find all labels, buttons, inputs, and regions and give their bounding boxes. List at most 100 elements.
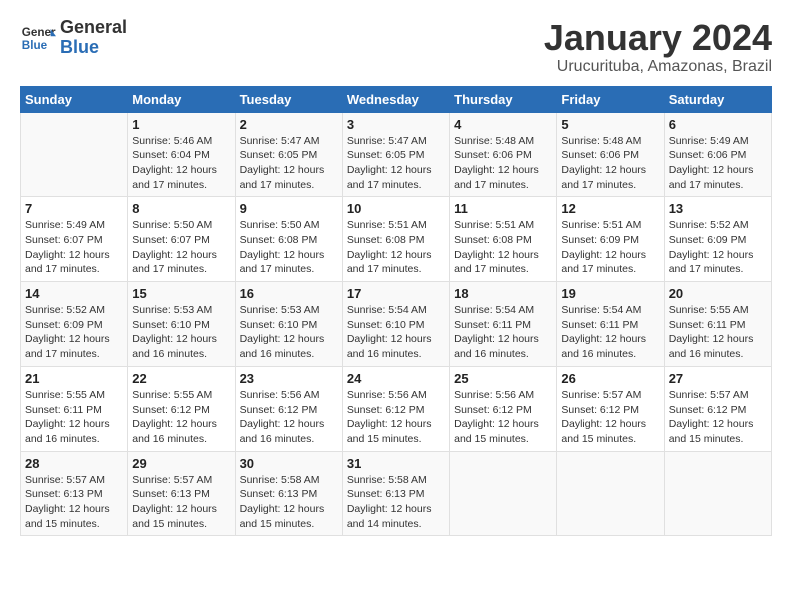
header-row: Sunday Monday Tuesday Wednesday Thursday… [21,86,772,112]
day-info: Sunrise: 5:49 AM Sunset: 6:06 PM Dayligh… [669,134,767,193]
day-number: 23 [240,371,338,386]
day-info: Sunrise: 5:49 AM Sunset: 6:07 PM Dayligh… [25,218,123,277]
page: General Blue General Blue January 2024 U… [0,0,792,612]
cell-w2-d2: 8Sunrise: 5:50 AM Sunset: 6:07 PM Daylig… [128,197,235,282]
day-info: Sunrise: 5:56 AM Sunset: 6:12 PM Dayligh… [347,388,445,447]
week-row-5: 28 Sunrise: 5:57 AM Sunset: 6:13 PM Dayli… [21,451,772,536]
day-number: 28 [25,456,123,471]
cell-w3-d6: 19 Sunrise: 5:54 AM Sunset: 6:11 PM Dayli… [557,282,664,367]
day-number: 21 [25,371,123,386]
day-number: 1 [132,117,230,132]
day-info: Sunrise: 5:47 AM Sunset: 6:05 PM Dayligh… [347,134,445,193]
day-number: 19 [561,286,659,301]
cell-w1-d4: 3 Sunrise: 5:47 AM Sunset: 6:05 PM Daylig… [342,112,449,197]
day-number: 12 [561,201,659,216]
cell-w3-d1: 14Sunrise: 5:52 AM Sunset: 6:09 PM Dayli… [21,282,128,367]
day-info: Sunrise: 5:56 AM Sunset: 6:12 PM Dayligh… [454,388,552,447]
day-number: 17 [347,286,445,301]
col-monday: Monday [128,86,235,112]
day-number: 18 [454,286,552,301]
cell-w2-d3: 9Sunrise: 5:50 AM Sunset: 6:08 PM Daylig… [235,197,342,282]
week-row-4: 21 Sunrise: 5:55 AM Sunset: 6:11 PM Dayli… [21,366,772,451]
cell-w3-d2: 15 Sunrise: 5:53 AM Sunset: 6:10 PM Dayli… [128,282,235,367]
day-number: 11 [454,201,552,216]
day-number: 8 [132,201,230,216]
day-info: Sunrise: 5:54 AM Sunset: 6:10 PM Dayligh… [347,303,445,362]
day-number: 31 [347,456,445,471]
day-number: 7 [25,201,123,216]
cell-w5-d2: 29 Sunrise: 5:57 AM Sunset: 6:13 PM Dayli… [128,451,235,536]
cell-w5-d1: 28 Sunrise: 5:57 AM Sunset: 6:13 PM Dayli… [21,451,128,536]
svg-text:Blue: Blue [22,39,48,52]
logo: General Blue General Blue [20,18,127,58]
cell-w5-d7 [664,451,771,536]
cell-w4-d6: 26 Sunrise: 5:57 AM Sunset: 6:12 PM Dayli… [557,366,664,451]
cell-w4-d3: 23 Sunrise: 5:56 AM Sunset: 6:12 PM Dayli… [235,366,342,451]
day-number: 2 [240,117,338,132]
day-info: Sunrise: 5:56 AM Sunset: 6:12 PM Dayligh… [240,388,338,447]
week-row-2: 7 Sunrise: 5:49 AM Sunset: 6:07 PM Daylig… [21,197,772,282]
cell-w2-d1: 7 Sunrise: 5:49 AM Sunset: 6:07 PM Daylig… [21,197,128,282]
title-block: January 2024 Urucurituba, Amazonas, Braz… [544,18,772,76]
cell-w4-d5: 25 Sunrise: 5:56 AM Sunset: 6:12 PM Dayli… [450,366,557,451]
cell-w4-d7: 27Sunrise: 5:57 AM Sunset: 6:12 PM Dayli… [664,366,771,451]
col-thursday: Thursday [450,86,557,112]
day-number: 29 [132,456,230,471]
day-number: 25 [454,371,552,386]
day-info: Sunrise: 5:57 AM Sunset: 6:12 PM Dayligh… [561,388,659,447]
cell-w3-d4: 17 Sunrise: 5:54 AM Sunset: 6:10 PM Dayli… [342,282,449,367]
day-number: 5 [561,117,659,132]
day-number: 15 [132,286,230,301]
cell-w3-d7: 20Sunrise: 5:55 AM Sunset: 6:11 PM Dayli… [664,282,771,367]
day-info: Sunrise: 5:52 AM Sunset: 6:09 PM Dayligh… [669,218,767,277]
logo-line2: Blue [60,38,127,58]
day-info: Sunrise: 5:47 AM Sunset: 6:05 PM Dayligh… [240,134,338,193]
header: General Blue General Blue January 2024 U… [20,18,772,76]
day-info: Sunrise: 5:57 AM Sunset: 6:13 PM Dayligh… [25,473,123,532]
cell-w2-d5: 11 Sunrise: 5:51 AM Sunset: 6:08 PM Dayli… [450,197,557,282]
day-info: Sunrise: 5:57 AM Sunset: 6:13 PM Dayligh… [132,473,230,532]
calendar-table: Sunday Monday Tuesday Wednesday Thursday… [20,86,772,537]
col-friday: Friday [557,86,664,112]
cell-w1-d3: 2 Sunrise: 5:47 AM Sunset: 6:05 PM Daylig… [235,112,342,197]
cell-w4-d2: 22Sunrise: 5:55 AM Sunset: 6:12 PM Dayli… [128,366,235,451]
day-info: Sunrise: 5:46 AM Sunset: 6:04 PM Dayligh… [132,134,230,193]
cell-w3-d3: 16 Sunrise: 5:53 AM Sunset: 6:10 PM Dayli… [235,282,342,367]
day-info: Sunrise: 5:51 AM Sunset: 6:08 PM Dayligh… [454,218,552,277]
day-number: 22 [132,371,230,386]
logo-icon: General Blue [20,20,56,56]
cell-w5-d3: 30Sunrise: 5:58 AM Sunset: 6:13 PM Dayli… [235,451,342,536]
day-number: 20 [669,286,767,301]
day-info: Sunrise: 5:51 AM Sunset: 6:09 PM Dayligh… [561,218,659,277]
week-row-3: 14Sunrise: 5:52 AM Sunset: 6:09 PM Dayli… [21,282,772,367]
day-info: Sunrise: 5:53 AM Sunset: 6:10 PM Dayligh… [240,303,338,362]
day-number: 9 [240,201,338,216]
cell-w4-d4: 24 Sunrise: 5:56 AM Sunset: 6:12 PM Dayli… [342,366,449,451]
cell-w1-d2: 1 Sunrise: 5:46 AM Sunset: 6:04 PM Daylig… [128,112,235,197]
day-info: Sunrise: 5:58 AM Sunset: 6:13 PM Dayligh… [347,473,445,532]
col-tuesday: Tuesday [235,86,342,112]
day-info: Sunrise: 5:54 AM Sunset: 6:11 PM Dayligh… [561,303,659,362]
day-number: 10 [347,201,445,216]
day-number: 30 [240,456,338,471]
subtitle: Urucurituba, Amazonas, Brazil [544,58,772,76]
day-number: 4 [454,117,552,132]
day-number: 27 [669,371,767,386]
day-info: Sunrise: 5:48 AM Sunset: 6:06 PM Dayligh… [561,134,659,193]
day-number: 6 [669,117,767,132]
col-sunday: Sunday [21,86,128,112]
cell-w5-d6 [557,451,664,536]
col-wednesday: Wednesday [342,86,449,112]
day-info: Sunrise: 5:54 AM Sunset: 6:11 PM Dayligh… [454,303,552,362]
day-number: 26 [561,371,659,386]
day-number: 24 [347,371,445,386]
cell-w3-d5: 18 Sunrise: 5:54 AM Sunset: 6:11 PM Dayli… [450,282,557,367]
day-number: 13 [669,201,767,216]
logo-line1: General [60,18,127,38]
day-number: 16 [240,286,338,301]
cell-w1-d1 [21,112,128,197]
day-info: Sunrise: 5:55 AM Sunset: 6:11 PM Dayligh… [25,388,123,447]
day-info: Sunrise: 5:53 AM Sunset: 6:10 PM Dayligh… [132,303,230,362]
day-number: 3 [347,117,445,132]
cell-w2-d4: 10Sunrise: 5:51 AM Sunset: 6:08 PM Dayli… [342,197,449,282]
